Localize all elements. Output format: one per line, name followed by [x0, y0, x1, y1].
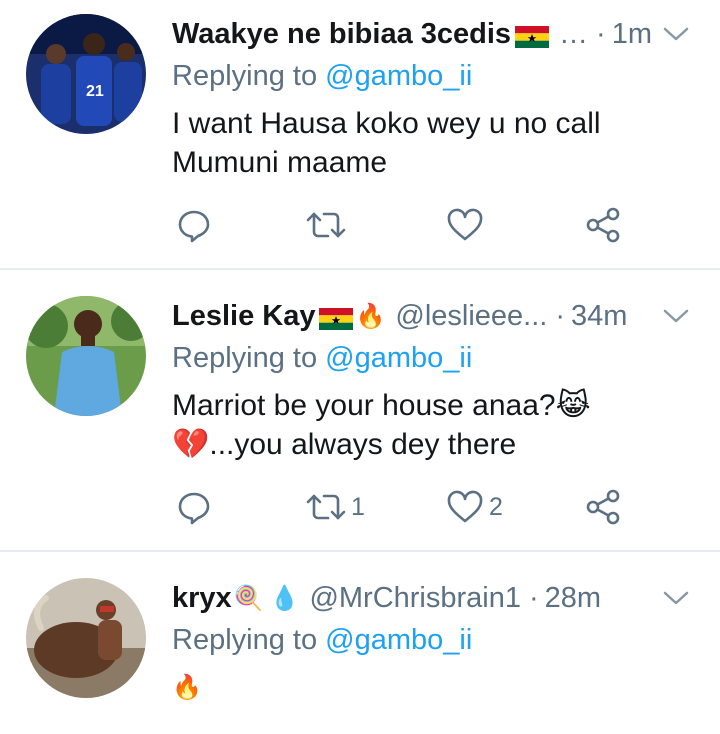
like-icon [447, 490, 483, 523]
avatar[interactable] [26, 578, 146, 698]
tweet-text: Marriot be your house anaa?😹 💔...you alw… [172, 389, 591, 461]
reply-icon [178, 210, 210, 243]
tweet-header: Leslie Kay 🔥 @leslieee... · 34m [172, 296, 652, 336]
separator-dot: · [596, 17, 606, 50]
retweet-button[interactable]: 1 [305, 487, 365, 527]
like-count: 2 [489, 492, 503, 521]
author-handle[interactable]: … [559, 18, 588, 51]
reply-button[interactable] [175, 487, 213, 527]
share-button[interactable] [583, 487, 623, 527]
tweet-text: 🔥 [172, 673, 202, 701]
tweet-text: I want Hausa koko wey u no call Mumuni m… [172, 107, 601, 179]
separator-dot: · [555, 299, 565, 332]
avatar[interactable]: 21 [26, 14, 146, 134]
tweet-actions [175, 205, 635, 245]
retweet-icon [306, 494, 346, 520]
retweet-button[interactable] [305, 205, 347, 245]
ghana-flag-icon [319, 305, 354, 330]
author-name[interactable]: Leslie Kay [172, 300, 315, 333]
reply-mention-link[interactable]: @gambo_ii [325, 342, 472, 374]
like-button[interactable]: 2 [445, 487, 503, 527]
retweet-count: 1 [351, 492, 365, 521]
share-icon [586, 207, 620, 243]
fire-icon: 🔥 [355, 302, 386, 330]
timestamp[interactable]: 28m [545, 582, 601, 615]
like-button[interactable] [445, 205, 485, 245]
author-handle[interactable]: @leslieee... [395, 300, 547, 333]
droplet-icon: 💧 [269, 584, 300, 612]
replying-to: Replying to @gambo_ii [172, 60, 473, 92]
tweet-actions: 1 2 [175, 487, 635, 527]
tweet-2[interactable]: Leslie Kay 🔥 @leslieee... · 34m Replying… [0, 270, 720, 552]
tweet-header: Waakye ne bibiaa 3cedis … · 1m [172, 14, 652, 54]
tweet-header: kryx 🍭 💧 @MrChrisbrain1 · 28m [172, 578, 652, 618]
separator-dot: · [529, 581, 539, 614]
tweet-1[interactable]: 21 Waakye ne bibiaa 3cedis … · 1m Replyi… [0, 0, 720, 270]
author-name[interactable]: kryx [172, 582, 232, 615]
author-handle[interactable]: @MrChrisbrain1 [309, 582, 521, 615]
chevron-down-icon[interactable] [662, 588, 690, 608]
share-button[interactable] [583, 205, 623, 245]
timestamp[interactable]: 34m [571, 300, 627, 333]
tweet-3[interactable]: kryx 🍭 💧 @MrChrisbrain1 · 28m Replying t… [0, 552, 720, 734]
replying-to: Replying to @gambo_ii [172, 342, 473, 374]
timestamp[interactable]: 1m [612, 18, 652, 51]
reply-button[interactable] [175, 205, 213, 245]
svg-text:21: 21 [86, 83, 104, 100]
chevron-down-icon[interactable] [662, 24, 690, 44]
lollipop-icon: 🍭 [233, 584, 264, 612]
like-icon [447, 208, 483, 241]
share-icon [586, 489, 620, 525]
reply-mention-link[interactable]: @gambo_ii [325, 624, 472, 656]
chevron-down-icon[interactable] [662, 306, 690, 326]
reply-icon [178, 492, 210, 525]
retweet-icon [306, 212, 346, 238]
avatar[interactable] [26, 296, 146, 416]
replying-to: Replying to @gambo_ii [172, 624, 473, 656]
author-name[interactable]: Waakye ne bibiaa 3cedis [172, 18, 511, 51]
ghana-flag-icon [515, 23, 550, 48]
reply-mention-link[interactable]: @gambo_ii [325, 60, 472, 92]
